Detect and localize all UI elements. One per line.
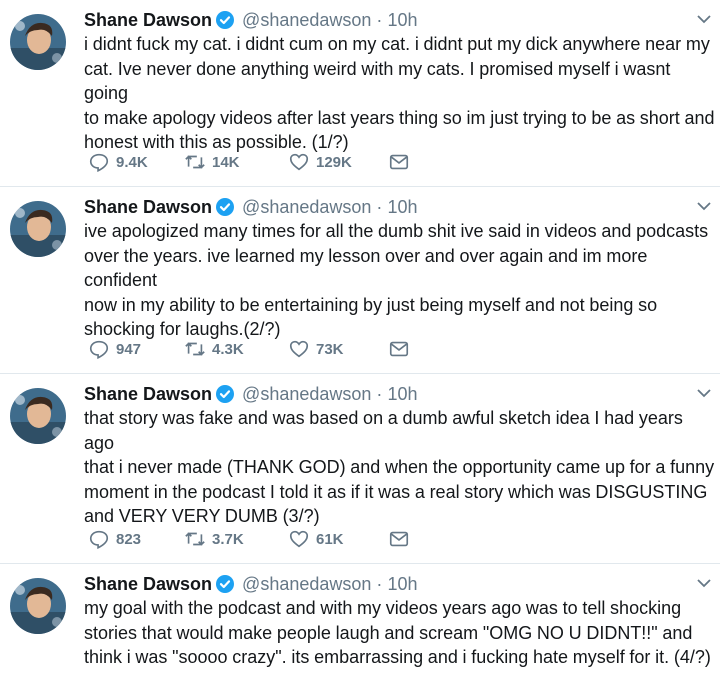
verified-badge-icon xyxy=(215,574,235,594)
tweet-text-line: think i was "soooo crazy". its embarrass… xyxy=(84,647,711,667)
separator: · xyxy=(376,384,383,404)
direct-message-button[interactable] xyxy=(388,150,410,174)
envelope-icon xyxy=(389,531,409,547)
like-button[interactable]: 73K xyxy=(288,337,344,361)
tweet-text-line: moment in the podcast I told it as if it… xyxy=(84,481,708,502)
tweet[interactable]: Shane Dawson @shanedawson · 10h my goal … xyxy=(0,564,720,681)
timestamp[interactable]: 10h xyxy=(387,384,417,404)
tweet-text: that story was fake and was based on a d… xyxy=(84,406,716,529)
heart-icon xyxy=(289,340,309,358)
reply-count: 823 xyxy=(116,530,142,548)
retweet-count: 4.3K xyxy=(212,340,244,358)
tweet-header: Shane Dawson @shanedawson · 10h xyxy=(84,572,417,596)
tweet-text: ive apologized many times for all the du… xyxy=(84,219,716,342)
handle[interactable]: @shanedawson xyxy=(242,10,371,30)
timestamp[interactable]: 10h xyxy=(387,197,417,217)
tweet-text-line: to make apology videos after last years … xyxy=(84,107,715,128)
tweet-header: Shane Dawson @shanedawson · 10h xyxy=(84,382,417,406)
retweet-button[interactable]: 14K xyxy=(184,150,240,174)
avatar[interactable] xyxy=(10,14,66,70)
tweet-text-line: cat. Ive never done anything weird with … xyxy=(84,58,671,104)
display-name[interactable]: Shane Dawson xyxy=(84,197,212,217)
tweet-text-line: now in my ability to be entertaining by … xyxy=(84,294,658,315)
tweet-text-line: that i never made (THANK GOD) and when t… xyxy=(84,457,715,477)
handle[interactable]: @shanedawson xyxy=(242,197,371,217)
tweet-text-line: ive apologized many times for all the du… xyxy=(84,221,709,241)
tweet-text: i didnt fuck my cat. i didnt cum on my c… xyxy=(84,32,716,155)
avatar[interactable] xyxy=(10,201,66,257)
tweet-text-line: that story was fake and was based on a d… xyxy=(84,408,683,453)
reply-icon xyxy=(89,153,109,173)
reply-icon xyxy=(89,530,109,550)
like-count: 73K xyxy=(316,340,344,358)
display-name[interactable]: Shane Dawson xyxy=(84,384,212,404)
verified-badge-icon xyxy=(215,10,235,30)
avatar[interactable] xyxy=(10,388,66,444)
avatar-photo xyxy=(10,388,66,444)
separator: · xyxy=(376,574,383,594)
timestamp[interactable]: 10h xyxy=(387,10,417,30)
avatar-photo xyxy=(10,578,66,634)
retweet-button[interactable]: 4.3K xyxy=(184,337,244,361)
retweet-count: 3.7K xyxy=(212,530,244,548)
reply-button[interactable]: 823 xyxy=(88,527,141,551)
chevron-down-icon[interactable] xyxy=(696,201,712,211)
like-count: 129K xyxy=(316,153,352,171)
chevron-down-icon[interactable] xyxy=(696,388,712,398)
verified-badge-icon xyxy=(215,197,235,217)
separator: · xyxy=(376,197,383,217)
chevron-down-icon[interactable] xyxy=(696,578,712,588)
reply-count: 947 xyxy=(116,340,142,358)
direct-message-button[interactable] xyxy=(388,337,410,361)
timestamp[interactable]: 10h xyxy=(387,574,417,594)
like-button[interactable]: 61K xyxy=(288,527,344,551)
reply-button[interactable]: 947 xyxy=(88,337,141,361)
reply-icon xyxy=(89,340,109,360)
direct-message-button[interactable] xyxy=(388,527,410,551)
tweet-text-line: i didnt fuck my cat. i didnt cum on my c… xyxy=(84,34,710,54)
reply-button[interactable]: 9.4K xyxy=(88,150,148,174)
handle[interactable]: @shanedawson xyxy=(242,384,371,404)
tweet[interactable]: Shane Dawson @shanedawson · 10h that sto… xyxy=(0,374,720,564)
tweet-header: Shane Dawson @shanedawson · 10h xyxy=(84,195,417,219)
reply-count: 9.4K xyxy=(116,153,148,171)
like-button[interactable]: 129K xyxy=(288,150,352,174)
like-count: 61K xyxy=(316,530,344,548)
avatar[interactable] xyxy=(10,578,66,634)
envelope-icon xyxy=(389,341,409,357)
retweet-icon xyxy=(185,155,205,169)
avatar-photo xyxy=(10,201,66,257)
display-name[interactable]: Shane Dawson xyxy=(84,10,212,30)
tweet[interactable]: Shane Dawson @shanedawson · 10h i didnt … xyxy=(0,0,720,187)
tweet-text-line: my goal with the podcast and with my vid… xyxy=(84,598,682,618)
heart-icon xyxy=(289,530,309,548)
avatar-photo xyxy=(10,14,66,70)
envelope-icon xyxy=(389,154,409,170)
verified-badge-icon xyxy=(215,384,235,404)
handle[interactable]: @shanedawson xyxy=(242,574,371,594)
tweet-text-line: and VERY VERY DUMB (3/?) xyxy=(84,506,320,526)
retweet-count: 14K xyxy=(212,153,240,171)
retweet-icon xyxy=(185,342,205,356)
retweet-button[interactable]: 3.7K xyxy=(184,527,244,551)
tweet[interactable]: Shane Dawson @shanedawson · 10h ive apol… xyxy=(0,187,720,374)
retweet-icon xyxy=(185,532,205,546)
tweet-text: my goal with the podcast and with my vid… xyxy=(84,596,716,670)
chevron-down-icon[interactable] xyxy=(696,14,712,24)
heart-icon xyxy=(289,153,309,171)
separator: · xyxy=(376,10,383,30)
tweet-header: Shane Dawson @shanedawson · 10h xyxy=(84,8,417,32)
display-name[interactable]: Shane Dawson xyxy=(84,574,212,594)
tweet-text-line: stories that would make people laugh and… xyxy=(84,622,693,643)
tweet-text-line: over the years. ive learned my lesson ov… xyxy=(84,245,648,291)
tweet-feed: Shane Dawson @shanedawson · 10h i didnt … xyxy=(0,0,720,681)
